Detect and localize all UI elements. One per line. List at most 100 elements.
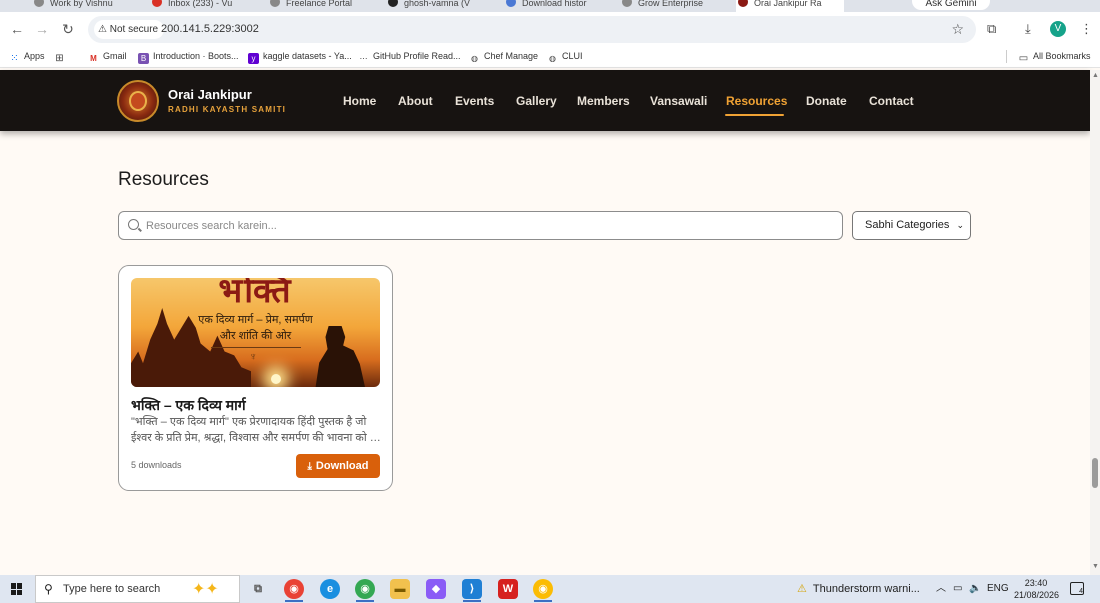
yahoo-icon: y (248, 53, 259, 64)
brand-name[interactable]: Orai Jankipur (168, 87, 252, 102)
page-scrollbar[interactable] (1090, 70, 1100, 575)
running-indicator (534, 600, 552, 602)
browser-tab[interactable]: Work by Vishnu (32, 0, 124, 12)
browser-tab[interactable]: Download histor (504, 0, 596, 12)
bookmark-github-readme[interactable]: ⋯ GitHub Profile Read... (358, 46, 461, 66)
browser-tab[interactable]: Inbox (233) - Vu (150, 0, 242, 12)
chrome-icon[interactable]: ◉ (284, 579, 304, 599)
thumbnail-heading: भक्ति (218, 278, 293, 311)
tray-chevron-up-icon[interactable]: ︿ (936, 575, 946, 603)
clock-time: 23:40 (1024, 578, 1048, 588)
menu-kebab-icon[interactable]: ⋮ (1080, 21, 1093, 37)
nav-about[interactable]: About (398, 94, 433, 108)
tab-favicon-icon (34, 0, 44, 7)
category-selected-value: Sabhi Categories (865, 219, 950, 231)
diya-lamp-icon: ♆ (249, 351, 258, 363)
search-input[interactable] (146, 212, 836, 239)
bookmark-chef[interactable]: ◍ Chef Manage (469, 46, 538, 66)
search-icon (128, 219, 139, 230)
weather-widget[interactable]: ⚠ Thunderstorm warni... (797, 575, 920, 603)
bookmark-grid[interactable]: ⊞ (54, 46, 69, 66)
nav-contact[interactable]: Contact (869, 94, 914, 108)
bookmarks-divider (1006, 50, 1007, 63)
storm-warning-icon: ⚠ (797, 583, 807, 595)
scrollbar-thumb[interactable] (1092, 458, 1098, 488)
taskbar-search[interactable]: ⚲ Type here to search ✦✦ (35, 575, 240, 603)
folder-icon: ▭ (1018, 53, 1029, 64)
resource-card[interactable]: भक्ति एक दिव्य मार्ग – प्रेम, समर्पण और … (118, 265, 393, 491)
sun-graphic (271, 374, 281, 384)
nav-vansawali[interactable]: Vansawali (650, 94, 707, 108)
all-bookmarks[interactable]: ▭ All Bookmarks (1018, 46, 1091, 66)
page-title: Resources (118, 169, 209, 190)
sparkle-icon: ✦✦ (192, 581, 219, 598)
resource-description-line-2: ईश्वर के प्रति प्रेम, श्रद्धा, विश्वास औ… (131, 432, 381, 444)
dev-icon: ⋯ (359, 54, 368, 63)
thumbnail-line-1: एक दिव्य मार्ग – प्रेम, समर्पण (198, 314, 313, 326)
resource-search-box[interactable] (118, 211, 843, 240)
bookmark-apps[interactable]: ⁙ Apps (9, 46, 44, 66)
bookmark-bootstrap[interactable]: B Introduction · Boots... (138, 46, 239, 66)
chrome-profile-icon[interactable]: ◉ (355, 579, 375, 599)
notification-center-icon[interactable]: 4 (1070, 582, 1084, 595)
language-indicator[interactable]: ENG (987, 575, 1009, 603)
bookmark-star-icon[interactable]: ☆ (951, 16, 964, 43)
bookmark-clui[interactable]: ◍ CLUI (547, 46, 583, 66)
download-icon: ⤓ (307, 461, 312, 472)
warning-icon: ⚠ (98, 24, 110, 35)
reload-icon[interactable]: ↻ (59, 20, 77, 38)
resource-description-line-1: "भक्ति – एक दिव्य मार्ग" एक प्रेरणादायक … (131, 416, 367, 428)
back-arrow-icon[interactable]: ← (8, 20, 26, 38)
chrome-active-icon[interactable]: ◉ (533, 579, 553, 599)
download-favicon-icon (506, 0, 516, 7)
browser-tab[interactable]: ghosh-vamna (V (386, 0, 478, 12)
tab-favicon-icon (270, 0, 280, 7)
resource-title: भक्ति – एक दिव्य मार्ग (131, 397, 246, 413)
site-favicon-icon (738, 0, 748, 7)
chevron-down-icon: ⌄ (956, 220, 964, 230)
downloads-icon[interactable]: ⤓ (1025, 21, 1031, 37)
category-select[interactable]: Sabhi Categories ⌄ (852, 211, 971, 240)
bookmark-gmail[interactable]: M Gmail (88, 46, 126, 66)
address-bar[interactable]: ⚠ Not secure 200.141.5.229:3002 ☆ (88, 16, 976, 43)
battery-icon[interactable]: ▭ (953, 575, 962, 603)
samiti-logo[interactable] (117, 80, 159, 122)
nav-gallery[interactable]: Gallery (516, 94, 557, 108)
browser-tab-active[interactable]: Orai Jankipur Ra (736, 0, 844, 12)
ask-gemini-button[interactable]: Ask Gemini (912, 0, 990, 10)
url-text[interactable]: 200.141.5.229:3002 (161, 16, 259, 43)
thumbnail-line-2: और शांति की ओर (219, 330, 292, 342)
edge-icon[interactable]: e (320, 579, 340, 599)
extensions-icon[interactable]: ⧉ (987, 21, 996, 37)
nav-home[interactable]: Home (343, 94, 376, 108)
browser-tab[interactable]: Grow Enterprise (620, 0, 712, 12)
vscode-icon[interactable]: ⟩ (462, 579, 482, 599)
taskbar-search-text: Type here to search (63, 583, 161, 595)
file-explorer-icon[interactable]: ▬ (390, 579, 410, 599)
github-favicon-icon (388, 0, 398, 7)
browser-tab[interactable]: Freelance Portal (268, 0, 360, 12)
resource-thumbnail[interactable]: भक्ति एक दिव्य मार्ग – प्रेम, समर्पण और … (131, 278, 380, 387)
gmail-favicon-icon (152, 0, 162, 7)
bookmark-kaggle[interactable]: y kaggle datasets - Ya... (248, 46, 352, 66)
scroll-up-arrow-icon[interactable]: ▲ (1092, 72, 1099, 79)
search-icon: ⚲ (44, 582, 53, 596)
nav-events[interactable]: Events (455, 94, 494, 108)
nav-resources[interactable]: Resources (726, 94, 787, 108)
nav-donate[interactable]: Donate (806, 94, 847, 108)
bootstrap-icon: B (138, 53, 149, 64)
system-clock[interactable]: 23:40 21/08/2026 (1014, 577, 1059, 601)
browser-toolbar: ← → ↻ ⚠ Not secure 200.141.5.229:3002 ☆ … (0, 12, 1100, 46)
profile-avatar[interactable]: V (1050, 21, 1066, 37)
download-count: 5 downloads (131, 460, 182, 470)
windows-start-icon[interactable] (11, 583, 23, 595)
task-view-icon[interactable]: ⧉ (248, 579, 268, 599)
nav-members[interactable]: Members (577, 94, 630, 108)
not-secure-chip[interactable]: ⚠ Not secure (94, 20, 165, 39)
scroll-down-arrow-icon[interactable]: ▼ (1092, 563, 1099, 570)
forward-arrow-icon[interactable]: → (33, 20, 51, 38)
download-button[interactable]: ⤓ Download (296, 454, 380, 478)
wps-office-icon[interactable]: W (498, 579, 518, 599)
volume-icon[interactable]: 🔈 (969, 575, 981, 603)
git-client-icon[interactable]: ◆ (426, 579, 446, 599)
